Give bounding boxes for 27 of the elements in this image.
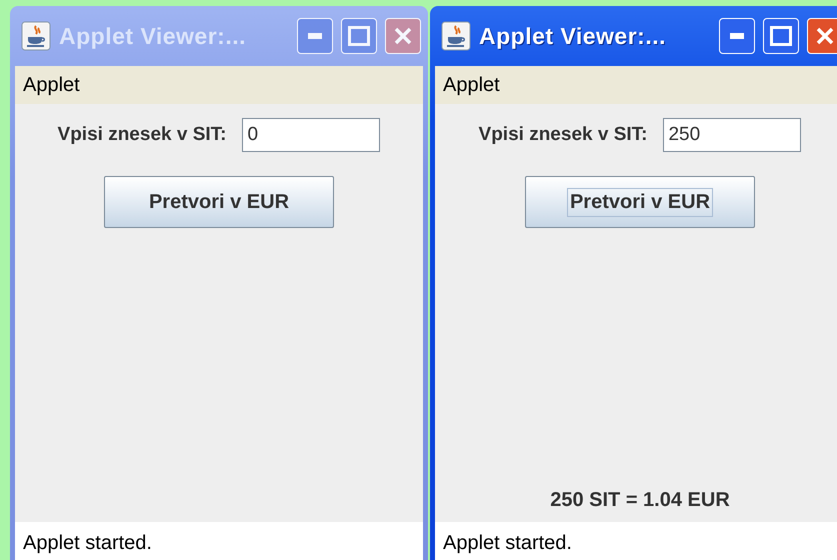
status-text: Applet started. — [23, 532, 152, 555]
minimize-button[interactable] — [297, 18, 333, 54]
maximize-button[interactable] — [341, 18, 377, 54]
amount-field[interactable]: 250 — [663, 118, 802, 152]
menu-item[interactable]: Applet — [23, 74, 80, 96]
minimize-icon — [308, 33, 322, 39]
maximize-icon — [348, 26, 370, 46]
minimize-icon — [730, 33, 744, 39]
close-button[interactable] — [385, 18, 421, 54]
menu-item[interactable]: Applet — [443, 74, 500, 96]
field-label: Vpisi znesek v SIT: — [478, 124, 648, 146]
convert-button[interactable]: Pretvori v EUR — [525, 176, 755, 228]
java-icon — [441, 21, 471, 51]
window-title: Applet Viewer:... — [479, 22, 668, 50]
close-icon — [393, 26, 413, 46]
result-text: 250 SIT = 1.04 EUR — [550, 489, 730, 512]
window-title: Applet Viewer:... — [59, 22, 248, 50]
status-text: Applet started. — [443, 532, 572, 555]
field-label: Vpisi znesek v SIT: — [58, 124, 226, 146]
amount-field[interactable]: 0 — [242, 118, 380, 152]
maximize-button[interactable] — [763, 18, 799, 54]
convert-button[interactable]: Pretvori v EUR — [104, 176, 334, 228]
close-icon — [815, 26, 835, 46]
java-icon — [21, 21, 51, 51]
close-button[interactable] — [807, 18, 837, 54]
maximize-icon — [770, 26, 792, 46]
minimize-button[interactable] — [719, 18, 755, 54]
